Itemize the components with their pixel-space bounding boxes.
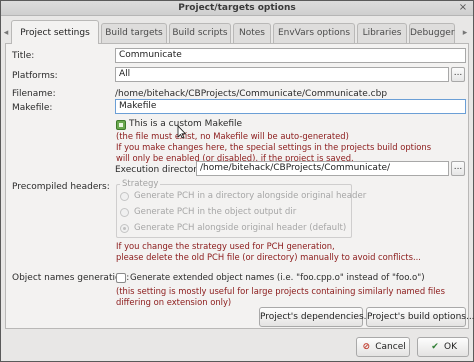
options-dialog: Project/targets options × Project settin… <box>0 0 474 362</box>
project-settings-panel: Title: Communicate Platforms: All ... Fi… <box>5 43 474 329</box>
window-title: Project/targets options <box>178 3 296 13</box>
tab-build-targets[interactable]: Build targets <box>101 23 167 43</box>
close-icon[interactable]: × <box>457 2 469 14</box>
pch-option-1-label: Generate PCH in a directory alongside or… <box>134 191 367 201</box>
title-bar: Project/targets options × <box>1 1 473 16</box>
tab-debugger[interactable]: Debugger <box>409 23 455 43</box>
check-icon: ✔ <box>431 342 439 352</box>
pch-note-2: please delete the old PCH file (or direc… <box>116 252 421 262</box>
title-input[interactable]: Communicate <box>115 48 466 63</box>
cancel-button[interactable]: ⊘ Cancel <box>356 337 410 357</box>
platforms-label: Platforms: <box>12 71 58 81</box>
tab-scroll-left-icon[interactable]: ◂ <box>1 25 11 41</box>
tab-envvars-options[interactable]: EnvVars options <box>273 23 355 43</box>
mouse-cursor-icon <box>177 125 187 139</box>
tab-bar: Project settings Build targets Build scr… <box>4 20 470 44</box>
pch-note-1: If you change the strategy used for PCH … <box>116 241 335 251</box>
tab-notes[interactable]: Notes <box>233 23 271 43</box>
tab-project-settings[interactable]: Project settings <box>11 20 99 44</box>
title-label: Title: <box>12 51 35 61</box>
objnames-note-2: differing on extension only) <box>116 297 232 307</box>
pch-label: Precompiled headers: <box>12 182 110 192</box>
exec-dir-browse-button[interactable]: ... <box>451 161 465 176</box>
filename-label: Filename: <box>12 89 56 99</box>
custom-makefile-note-1: (the file must exist, no Makefile will b… <box>116 131 349 141</box>
filename-value: /home/bitehack/CBProjects/Communicate/Co… <box>115 89 388 99</box>
exec-dir-label: Execution directory: <box>115 165 205 175</box>
objnames-checkbox[interactable] <box>116 273 126 283</box>
pch-option-2-label: Generate PCH in the object output dir <box>134 207 297 217</box>
cancel-button-label: Cancel <box>375 342 406 352</box>
exec-dir-input[interactable]: /home/bitehack/CBProjects/Communicate/ <box>196 161 449 176</box>
tab-build-scripts[interactable]: Build scripts <box>169 23 231 43</box>
project-dependencies-button[interactable]: Project's dependencies... <box>259 307 372 327</box>
pch-option-3-radio <box>120 224 129 233</box>
cancel-icon: ⊘ <box>362 342 371 352</box>
custom-makefile-note-2: If you make changes here, the special se… <box>116 142 432 152</box>
tab-libraries[interactable]: Libraries <box>357 23 407 43</box>
objnames-label: Object names generation: <box>12 273 130 283</box>
objnames-check-label[interactable]: Generate extended object names (i.e. "fo… <box>130 273 425 283</box>
platforms-browse-button[interactable]: ... <box>451 67 465 82</box>
project-build-options-button[interactable]: Project's build options... <box>366 307 474 327</box>
tab-scroll-right-icon[interactable]: ▸ <box>460 25 470 41</box>
ok-button-label: OK <box>444 342 457 352</box>
custom-makefile-checkbox[interactable] <box>116 120 126 130</box>
makefile-label: Makefile: <box>12 103 53 113</box>
makefile-input[interactable]: Makefile <box>115 99 466 114</box>
platforms-input[interactable]: All <box>115 67 449 82</box>
pch-option-1-radio <box>120 192 129 201</box>
strategy-group-title: Strategy <box>120 179 161 189</box>
ok-button[interactable]: ✔ OK <box>417 337 469 357</box>
pch-option-3-label: Generate PCH alongside original header (… <box>134 223 347 233</box>
objnames-note-1: (this setting is mostly useful for large… <box>116 286 445 296</box>
pch-option-2-radio <box>120 208 129 217</box>
